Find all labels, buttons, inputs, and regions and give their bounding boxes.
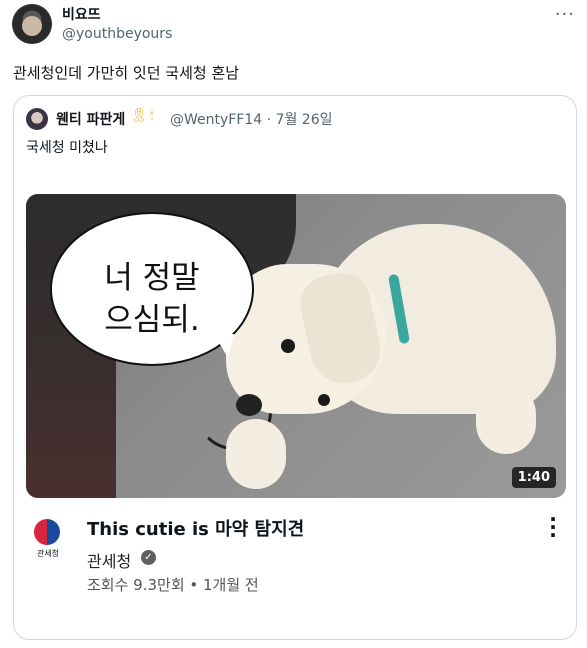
speech-bubble-line: 너 정말 (104, 260, 200, 296)
more-options-icon[interactable]: ··· (555, 4, 575, 25)
tweet-text: 관세청인데 가만히 잇던 국세청 혼남 (13, 64, 240, 82)
more-vertical-icon[interactable]: · · · (548, 509, 558, 545)
puppy-leg (476, 384, 536, 454)
check-circle-icon: ✓ (141, 550, 156, 565)
video-duration-badge: 1:40 (511, 467, 556, 488)
puppy-eye (281, 339, 295, 353)
channel-logo[interactable] (34, 519, 60, 545)
video-thumbnail[interactable]: 너 정말 으심되. 1:40 (26, 194, 566, 498)
channel-name[interactable]: 관세청 (87, 548, 131, 572)
puppy-eye (318, 394, 330, 406)
quoted-handle-date[interactable]: @WentyFF14 · 7월 26일 (170, 109, 333, 129)
author-avatar[interactable] (12, 4, 52, 44)
speech-bubble-line: 으심되. (104, 302, 200, 338)
puppy-nose (236, 394, 262, 416)
yellow-ribbon-icon: 🎗 (130, 108, 148, 124)
video-stats: 조회수 9.3만회 • 1개월 전 (87, 576, 259, 594)
author-name[interactable]: 비요뜨 (62, 4, 101, 24)
channel-logo-label: 관세청 (36, 549, 60, 558)
author-handle[interactable]: @youthbeyours (62, 26, 172, 42)
quoted-tweet-card[interactable]: 웬티 파판게 🎗 🕯 @WentyFF14 · 7월 26일 국세청 미쳤나 너… (13, 95, 577, 640)
quoted-author-avatar[interactable] (26, 108, 48, 130)
speech-bubble-tail (214, 334, 234, 358)
quoted-tweet-text: 국세청 미쳤나 (26, 140, 108, 156)
video-title[interactable]: This cutie is 마약 탐지견 (87, 515, 304, 541)
candle-icon: 🕯 (150, 108, 154, 123)
quoted-author-name[interactable]: 웬티 파판게 (56, 109, 125, 129)
puppy-leg (226, 419, 286, 489)
